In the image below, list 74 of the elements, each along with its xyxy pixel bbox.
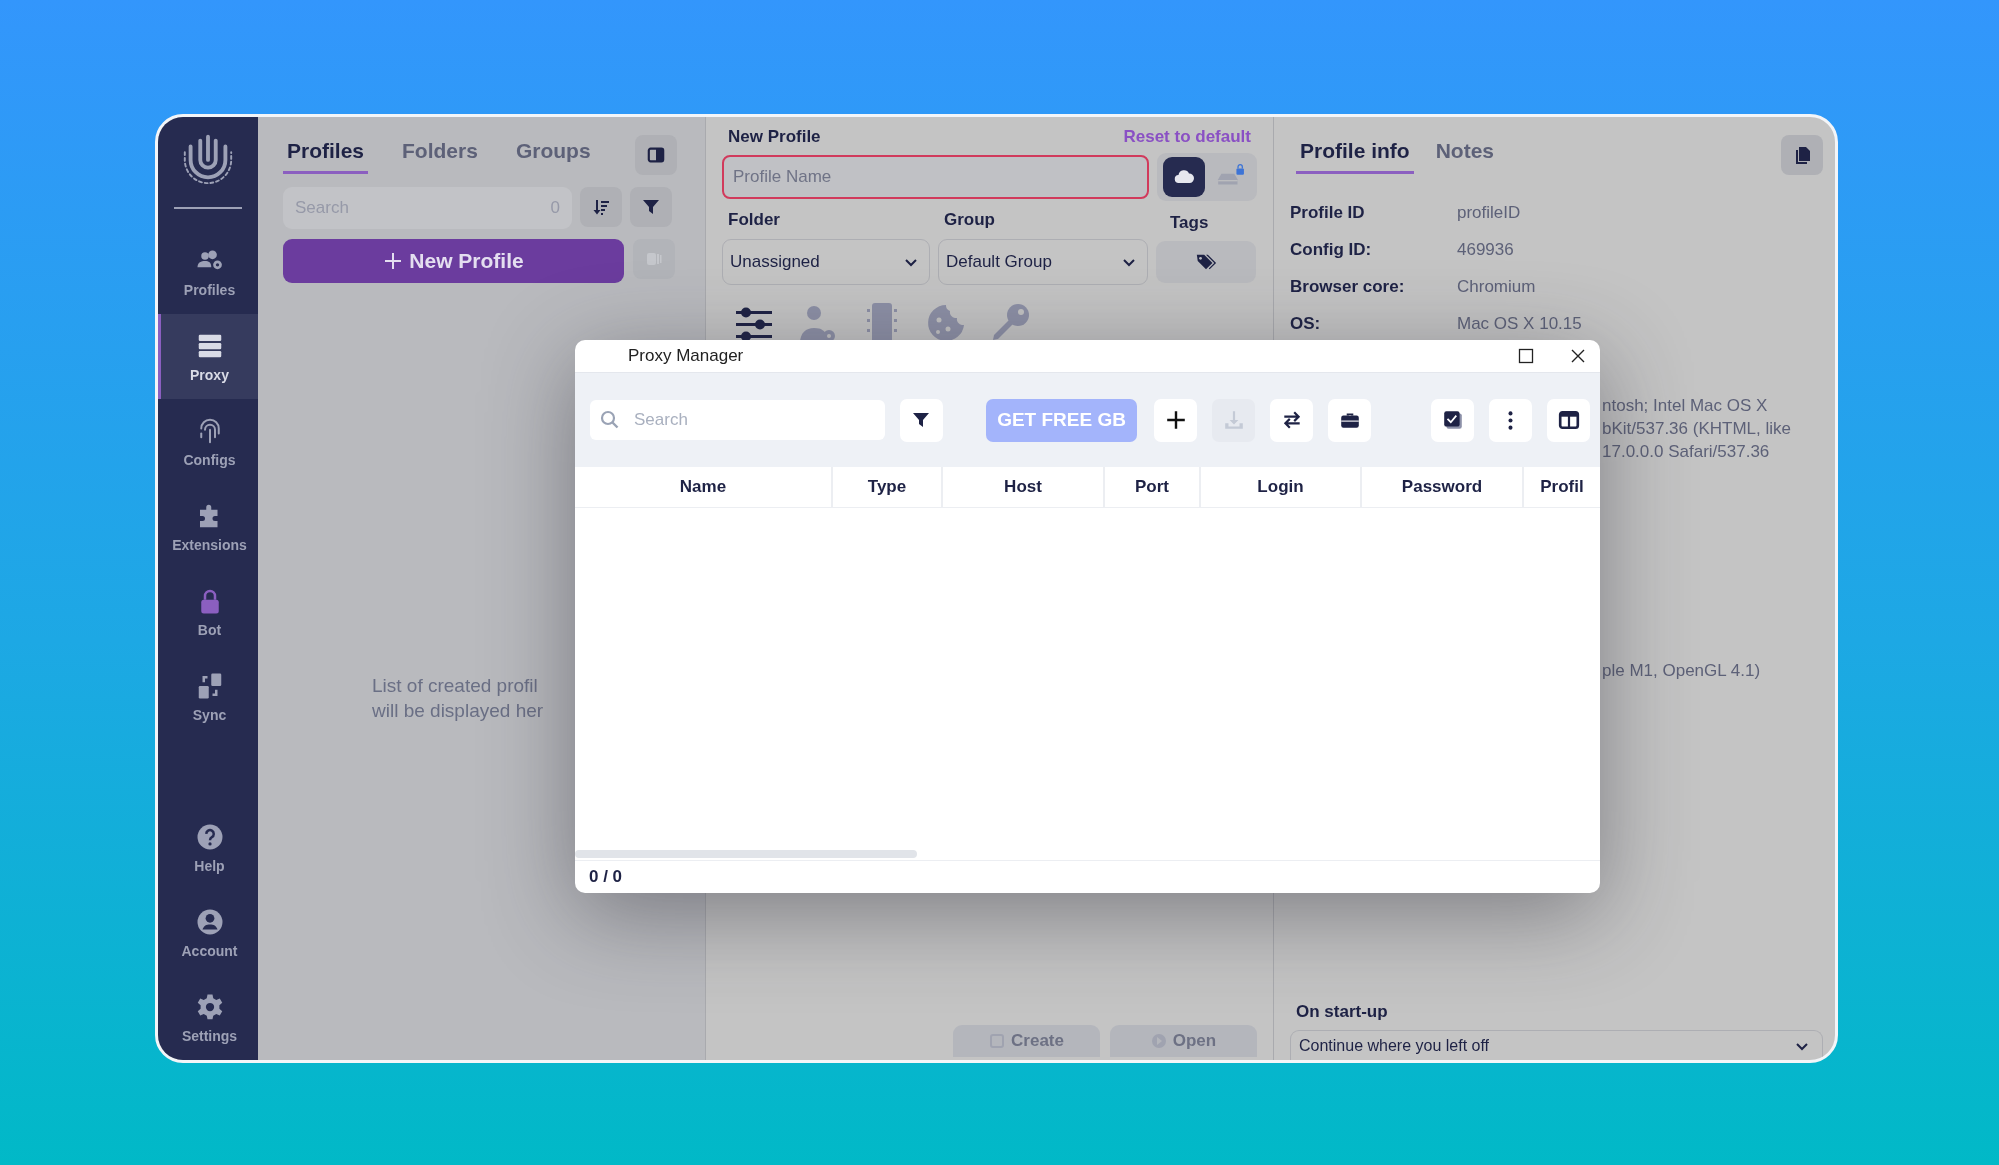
sidebar-item[interactable]: Account	[158, 890, 258, 975]
swap-button[interactable]	[1270, 398, 1314, 442]
info-label: Browser core:	[1290, 277, 1406, 297]
column-header[interactable]: Password	[1362, 467, 1524, 507]
new-profile-button[interactable]: New Profile	[283, 239, 624, 283]
filter-icon	[641, 197, 661, 217]
add-button[interactable]	[1154, 398, 1198, 442]
scrollbar[interactable]	[575, 850, 917, 858]
columns-icon	[1557, 409, 1580, 431]
columns-button[interactable]	[1547, 398, 1591, 442]
info-label: Profile ID	[1290, 203, 1366, 223]
search-icon	[600, 410, 620, 430]
folder-select[interactable]: Unassigned	[722, 239, 930, 285]
info-value: 469936	[1457, 240, 1514, 260]
filter-button[interactable]	[630, 187, 672, 227]
column-header[interactable]: Type	[833, 467, 943, 507]
field-label: Group	[943, 210, 996, 230]
checkbox-icon	[1441, 409, 1464, 431]
tags-button[interactable]	[1156, 241, 1256, 283]
column-header[interactable]: Port	[1105, 467, 1201, 507]
sidebar-item[interactable]: Help	[158, 805, 258, 890]
field-label: On start-up	[1295, 1002, 1389, 1022]
close-button[interactable]	[1570, 348, 1586, 364]
plus-icon	[383, 251, 404, 271]
info-value: Mac OS X 10.15	[1457, 314, 1582, 334]
user-agent-text: 17.0.0.0 Safari/537.36	[1602, 441, 1770, 463]
tab[interactable]: Folders	[398, 135, 482, 174]
column-header[interactable]: Profil	[1524, 467, 1600, 507]
user-agent-text: bKit/537.36 (KHTML, like	[1602, 418, 1791, 440]
column-header[interactable]: Login	[1201, 467, 1362, 507]
tab[interactable]: Groups	[511, 135, 595, 174]
download-icon	[1222, 409, 1245, 431]
plus-icon	[1164, 409, 1187, 431]
sidebar-item[interactable]: Settings	[158, 975, 258, 1060]
panel-icon	[647, 146, 665, 164]
info-value: Chromium	[1457, 277, 1536, 297]
sort-button[interactable]	[580, 187, 622, 227]
filter-icon	[911, 410, 932, 430]
startup-select[interactable]: Continue where you left off	[1290, 1030, 1823, 1060]
group-select[interactable]: Default Group	[938, 239, 1148, 285]
webgl-text: ple M1, OpenGL 4.1)	[1602, 660, 1761, 682]
row-counter: 0 / 0	[589, 867, 623, 887]
section-title: New Profile	[728, 127, 821, 147]
profile-name-field[interactable]: Profile Name	[722, 155, 1150, 199]
sidebar-item[interactable]: Configs	[158, 399, 258, 484]
sidebar-item[interactable]: Sync	[158, 654, 258, 739]
dialog-title: Proxy Manager	[628, 346, 745, 366]
column-header[interactable]: Name	[575, 467, 833, 507]
tab[interactable]: Profile info	[1296, 135, 1414, 174]
info-value: profileID	[1457, 203, 1521, 223]
column-header[interactable]: Host	[943, 467, 1105, 507]
briefcase-button[interactable]	[1328, 398, 1372, 442]
copy-button[interactable]	[1781, 135, 1823, 175]
sidebar-item[interactable]: Extensions	[158, 484, 258, 569]
maximize-button[interactable]	[1518, 348, 1534, 364]
sidebar-item[interactable]: Bot	[158, 569, 258, 654]
select-all-button[interactable]	[1431, 398, 1475, 442]
user-agent-text: ntosh; Intel Mac OS X	[1602, 395, 1768, 417]
reset-link[interactable]: Reset to default	[1123, 127, 1251, 147]
empty-list-message: List of created profil	[372, 674, 538, 698]
sort-icon	[591, 197, 611, 217]
sidebar-item[interactable]: Profiles	[158, 229, 258, 314]
field-label: Tags	[1169, 212, 1209, 233]
cloud-storage-button[interactable]	[1163, 157, 1206, 197]
tab[interactable]: Notes	[1431, 135, 1499, 174]
info-label: Config ID:	[1290, 240, 1373, 260]
empty-list-message: will be displayed her	[372, 699, 544, 723]
filter-button[interactable]	[899, 398, 943, 442]
sidebar-item[interactable]: Proxy	[158, 314, 258, 399]
info-label: OS:	[1290, 314, 1322, 334]
field-label: Folder	[727, 210, 781, 230]
more-icon	[1508, 410, 1514, 430]
tab[interactable]: Profiles	[283, 135, 369, 174]
panel-toggle-button[interactable]	[635, 135, 677, 175]
